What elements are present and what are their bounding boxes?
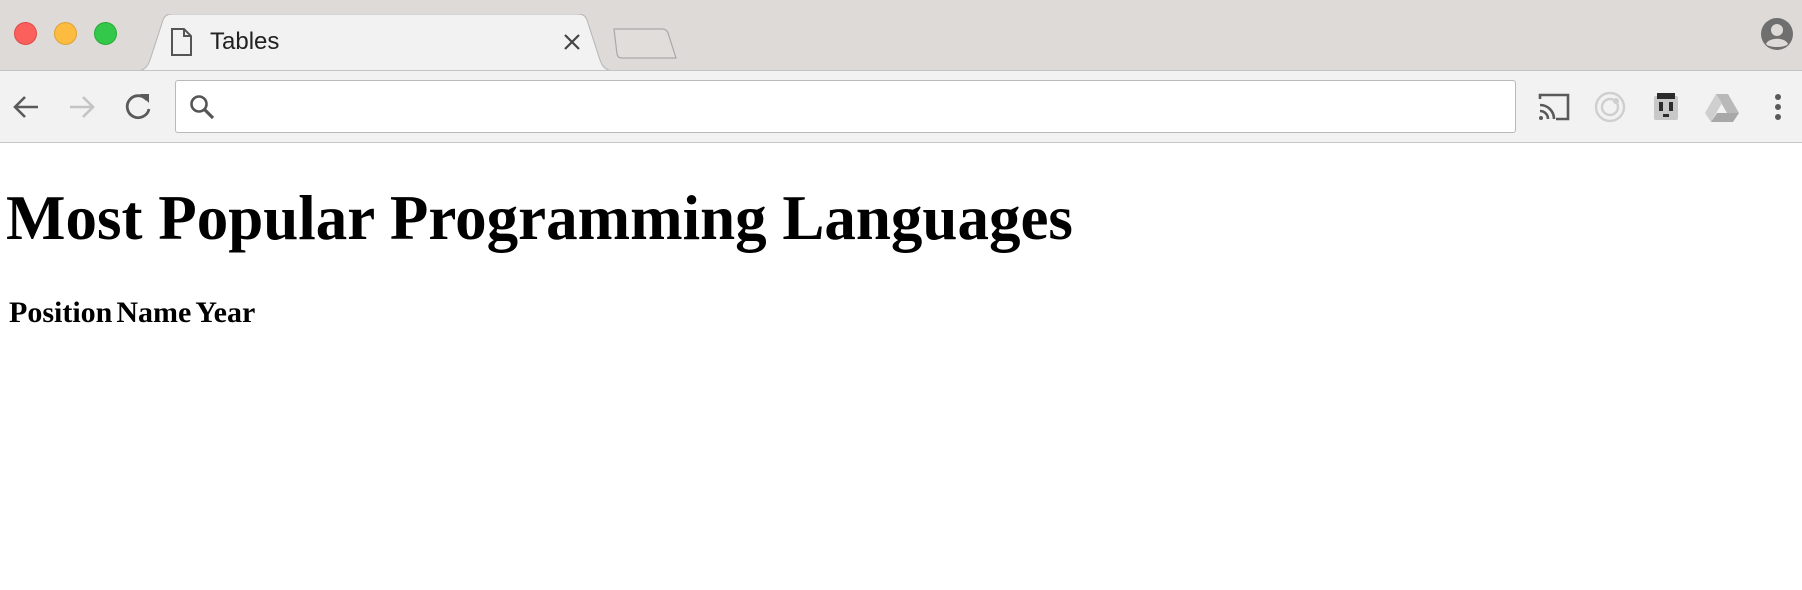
languages-table: Position Name Year xyxy=(6,293,258,333)
page-title: Most Popular Programming Languages xyxy=(6,183,1073,253)
target-ring-icon[interactable] xyxy=(1590,87,1630,127)
plug-icon[interactable] xyxy=(1646,87,1686,127)
browser-titlebar: Tables xyxy=(0,0,1802,71)
browser-tab[interactable]: Tables xyxy=(135,14,615,71)
address-bar[interactable] xyxy=(175,80,1516,133)
forward-arrow-icon[interactable] xyxy=(64,89,100,125)
drive-icon[interactable] xyxy=(1702,87,1742,127)
new-tab-button[interactable] xyxy=(610,28,680,60)
table-header-row: Position Name Year xyxy=(8,295,256,331)
window-maximize-button[interactable] xyxy=(94,22,117,45)
column-header-name: Name xyxy=(116,296,192,329)
close-icon[interactable] xyxy=(562,32,582,52)
page-content: Most Popular Programming Languages Posit… xyxy=(0,143,1802,333)
column-header-year: Year xyxy=(195,296,256,329)
window-minimize-button[interactable] xyxy=(54,22,77,45)
browser-toolbar xyxy=(0,70,1802,143)
document-icon xyxy=(171,28,192,56)
window-close-button[interactable] xyxy=(14,22,37,45)
address-input[interactable] xyxy=(226,89,1500,125)
reload-icon[interactable] xyxy=(120,89,156,125)
tab-title: Tables xyxy=(210,28,280,55)
column-header-position: Position xyxy=(9,296,113,329)
search-icon xyxy=(190,95,215,120)
back-arrow-icon[interactable] xyxy=(8,89,44,125)
tab-background xyxy=(135,14,615,71)
profile-icon[interactable] xyxy=(1760,17,1794,51)
more-vertical-icon[interactable] xyxy=(1758,87,1798,127)
cast-icon[interactable] xyxy=(1534,87,1574,127)
